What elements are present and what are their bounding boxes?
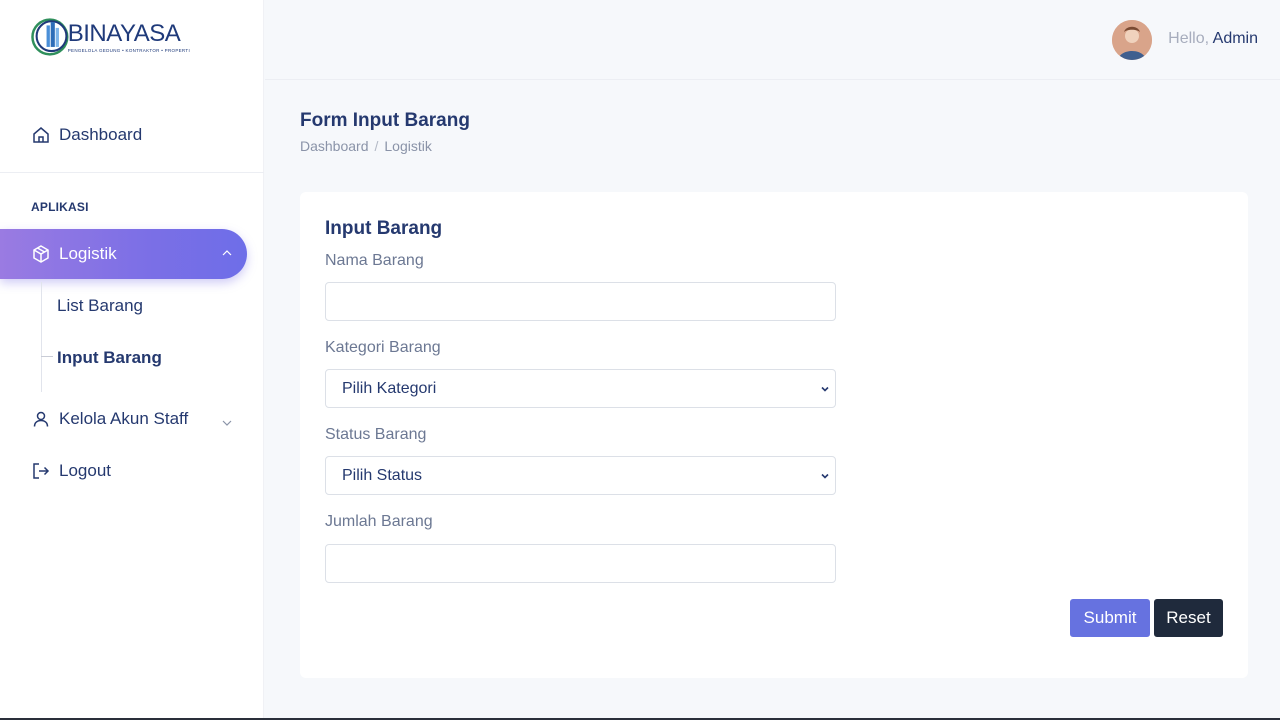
brand-logo[interactable]: BINAYASA PENGELOLA GEDUNG • KONTRAKTOR •… [30,12,190,62]
nama-barang-input[interactable] [325,282,836,321]
sidebar-item-dashboard[interactable]: Dashboard [0,110,247,160]
kategori-barang-label: Kategori Barang [325,339,441,356]
sidebar-item-label: Logistik [59,244,117,263]
user-icon [31,409,51,429]
logo-mark-icon [31,18,69,56]
card-title: Input Barang [325,218,443,239]
sidebar: BINAYASA PENGELOLA GEDUNG • KONTRAKTOR •… [0,0,264,718]
page-title: Form Input Barang [300,110,470,131]
breadcrumb: Dashboard / Logistik [300,138,432,154]
sidebar-item-logout[interactable]: Logout [0,446,247,496]
sidebar-item-label: Dashboard [59,125,143,144]
sidebar-item-logistik[interactable]: Logistik [0,229,247,279]
chevron-down-icon [821,473,829,479]
user-greeting[interactable]: Hello, Admin [1168,30,1258,48]
submenu-line [41,282,42,392]
chevron-down-icon [821,386,829,392]
breadcrumb-separator: / [374,138,379,154]
jumlah-barang-label: Jumlah Barang [325,513,433,530]
sidebar-item-label: Logout [59,461,111,480]
brand-name: BINAYASA [67,19,181,47]
status-barang-select[interactable]: Pilih Status [325,456,836,495]
greeting-text: Hello, [1168,30,1210,47]
reset-button[interactable]: Reset [1154,599,1223,637]
sidebar-item-kelola-akun-staff[interactable]: Kelola Akun Staff [0,394,247,444]
submenu-active-marker [41,356,53,357]
jumlah-barang-input[interactable] [325,544,836,583]
box-icon [31,244,51,264]
input-barang-card: Input Barang Nama Barang Kategori Barang… [300,192,1248,678]
status-barang-label: Status Barang [325,426,427,443]
chevron-up-icon [222,250,232,256]
breadcrumb-logistik: Logistik [384,138,432,154]
top-bar: Hello, Admin [265,0,1280,80]
kategori-selected-value: Pilih Kategori [342,379,437,397]
submenu-item-list-barang[interactable]: List Barang [57,296,143,316]
submit-button[interactable]: Submit [1070,599,1150,637]
sidebar-item-label: Kelola Akun Staff [59,409,189,428]
brand-tagline: PENGELOLA GEDUNG • KONTRAKTOR • PROPERTI [67,47,190,53]
chevron-down-icon [222,420,232,426]
home-icon [31,125,51,145]
kategori-barang-select[interactable]: Pilih Kategori [325,369,836,408]
nama-barang-label: Nama Barang [325,252,424,269]
avatar[interactable] [1112,20,1152,60]
breadcrumb-dashboard[interactable]: Dashboard [300,138,369,154]
sidebar-divider [0,172,264,173]
submenu-item-input-barang[interactable]: Input Barang [57,348,162,368]
user-name: Admin [1212,30,1258,47]
logout-icon [31,461,51,481]
sidebar-section-title: APLIKASI [31,200,89,214]
status-selected-value: Pilih Status [342,466,423,484]
